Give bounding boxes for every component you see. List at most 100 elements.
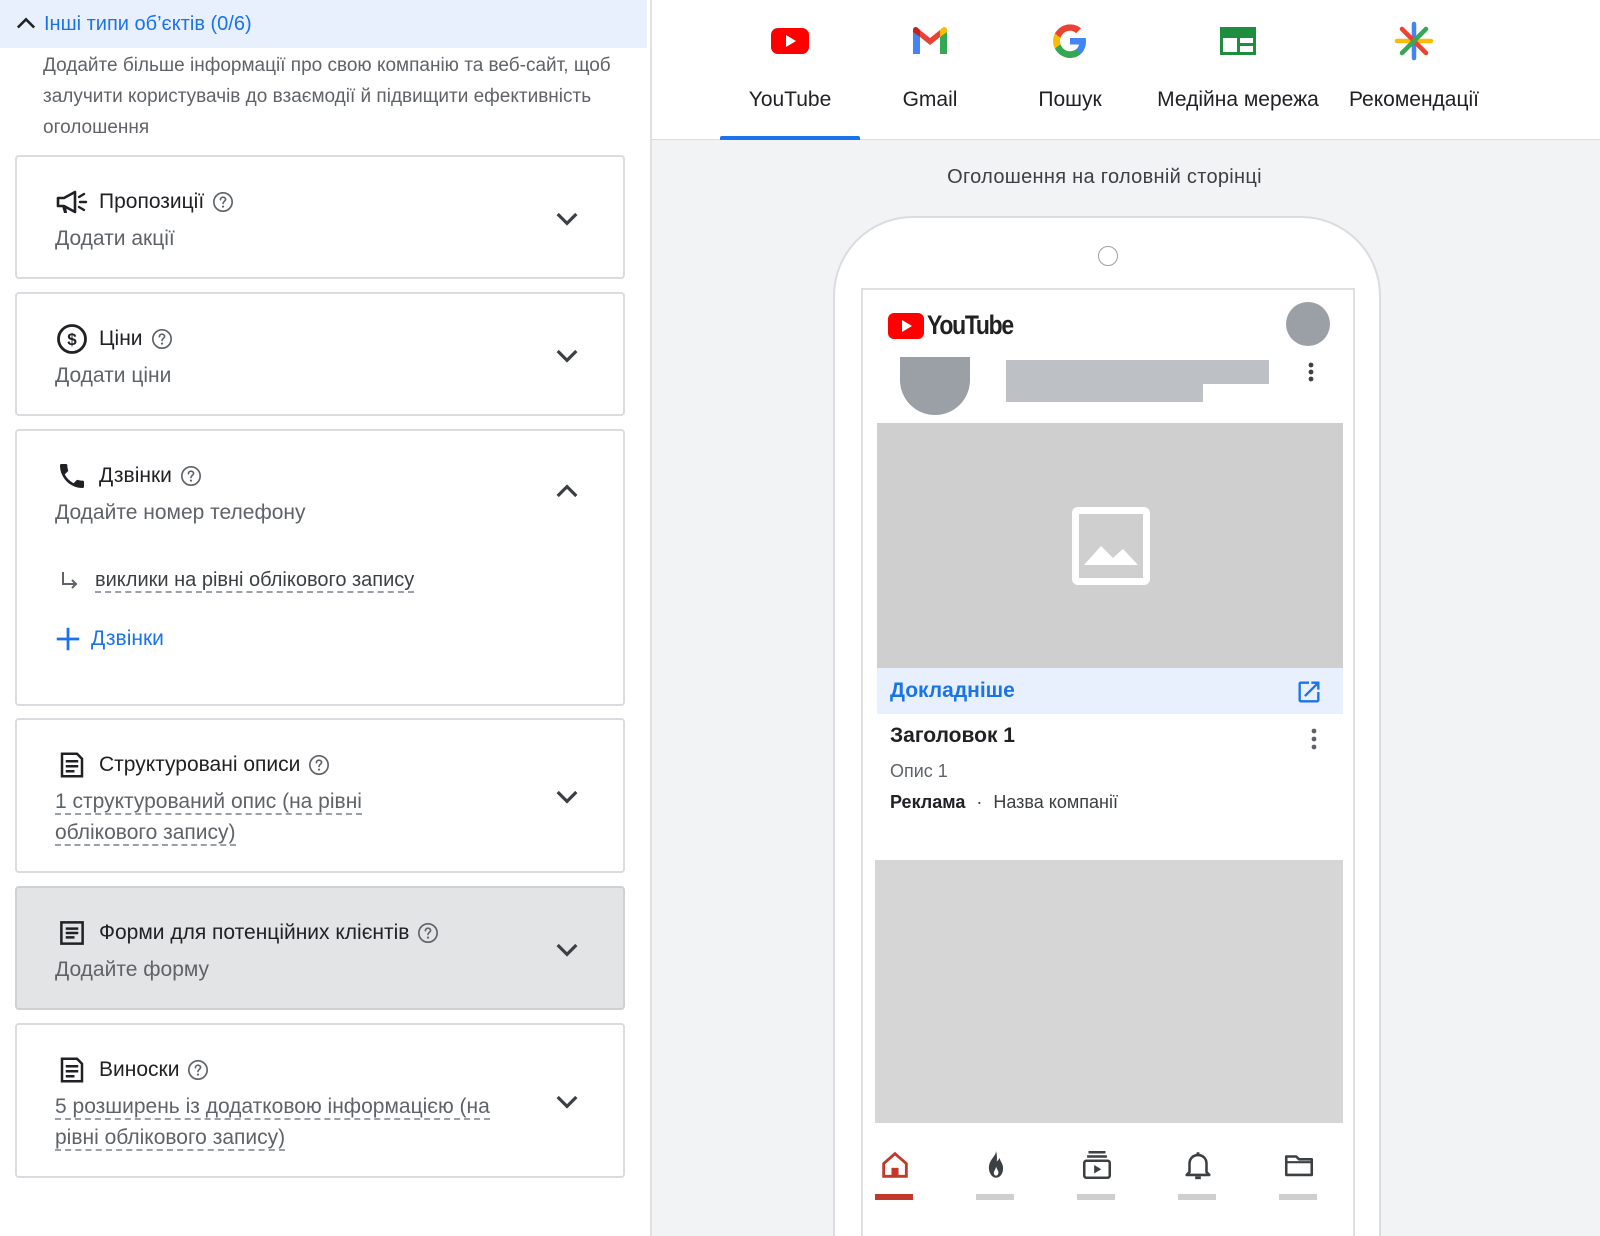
active-tab-indicator — [720, 136, 860, 140]
add-call-label: Дзвінки — [91, 627, 164, 650]
more-vert-icon — [1308, 362, 1314, 382]
ad-meta: Реклама · Назва компанії — [890, 792, 1118, 813]
callouts-subtitle[interactable]: 5 розширень із додатковою інформацією (н… — [55, 1091, 515, 1153]
bottom-nav — [863, 1140, 1353, 1200]
extensions-panel: Інші типи об’єктів (0/6) Додайте більше … — [0, 0, 650, 1236]
subscriptions-icon — [1082, 1150, 1112, 1180]
chevron-down-icon[interactable] — [551, 933, 583, 965]
chevron-up-icon — [16, 17, 36, 29]
avatar — [1286, 302, 1330, 346]
callouts-card[interactable]: Виноски 5 розширень із додатковою інформ… — [15, 1023, 625, 1178]
nav-library — [1279, 1140, 1319, 1200]
channel-avatar — [900, 357, 970, 415]
gmail-icon — [913, 26, 947, 54]
help-icon[interactable] — [187, 1059, 209, 1081]
promotions-title: Пропозиції — [99, 190, 205, 213]
ad-headline: Заголовок 1 — [890, 724, 1015, 747]
section-header[interactable]: Інші типи об’єктів (0/6) — [0, 0, 647, 48]
help-icon[interactable] — [151, 328, 173, 350]
calls-subtitle: Додайте номер телефону — [55, 501, 306, 524]
youtube-icon — [771, 28, 809, 54]
nav-home — [875, 1140, 915, 1200]
youtube-logo-text: YouTube — [927, 310, 1014, 340]
nav-trending — [976, 1140, 1016, 1200]
cta-button[interactable]: Докладніше — [890, 679, 1015, 703]
youtube-icon — [888, 312, 924, 339]
tab-display[interactable]: Медійна мережа — [1140, 0, 1336, 140]
subdirectory-arrow-icon — [62, 572, 78, 589]
chevron-down-icon[interactable] — [551, 202, 583, 234]
nav-subscriptions — [1077, 1140, 1117, 1200]
open-in-new-icon — [1298, 681, 1320, 703]
phone-camera — [1098, 246, 1118, 266]
network-tabs: YouTube Gmail Пошук Медійна мережа Реком… — [652, 0, 1600, 140]
display-network-icon — [1220, 27, 1256, 55]
chevron-up-icon[interactable] — [551, 476, 583, 508]
help-icon[interactable] — [180, 465, 202, 487]
calls-title: Дзвінки — [99, 464, 172, 487]
preview-caption: Оголошення на головній сторінці — [947, 166, 1262, 188]
placeholder-line — [1006, 384, 1203, 402]
account-level-calls-link[interactable]: виклики на рівні облікового запису — [95, 569, 415, 593]
tab-label: Рекомендації — [1348, 88, 1480, 111]
tab-discover[interactable]: Рекомендації — [1336, 0, 1492, 140]
ad-description: Опис 1 — [890, 761, 948, 781]
prices-title: Ціни — [99, 327, 143, 350]
prices-subtitle: Додати ціни — [55, 364, 172, 387]
tab-label: YouTube — [748, 88, 832, 111]
separator: · — [976, 792, 983, 812]
nav-notifications — [1178, 1140, 1218, 1200]
tab-label: Gmail — [902, 88, 958, 111]
structured-snippets-card[interactable]: Структуровані описи 1 структурований опи… — [15, 718, 625, 873]
promotions-card[interactable]: Пропозиції Додати акції — [15, 155, 625, 279]
megaphone-icon — [55, 185, 89, 219]
section-description: Додайте більше інформації про свою компа… — [43, 55, 611, 138]
ad-media-placeholder — [877, 423, 1343, 668]
snippets-title: Структуровані описи — [99, 753, 301, 776]
phone-screen: YouTube Докладніше Заголовок 1 Опис 1 Ре… — [861, 288, 1355, 1236]
help-icon[interactable] — [417, 922, 439, 944]
preview-panel: YouTube Gmail Пошук Медійна мережа Реком… — [652, 0, 1600, 1236]
callouts-title: Виноски — [99, 1058, 180, 1081]
calls-card[interactable]: Дзвінки Додайте номер телефону виклики н… — [15, 429, 625, 706]
ad-badge: Реклама — [890, 792, 966, 812]
more-vert-icon — [1311, 728, 1317, 750]
tab-gmail[interactable]: Gmail — [860, 0, 1000, 140]
folder-icon — [1284, 1155, 1314, 1177]
video-placeholder — [875, 860, 1343, 1123]
lead-forms-card[interactable]: Форми для потенційних клієнтів Додайте ф… — [15, 886, 625, 1010]
chevron-down-icon[interactable] — [551, 339, 583, 371]
phone-mockup: YouTube Докладніше Заголовок 1 Опис 1 Ре… — [833, 216, 1381, 1236]
document-icon — [55, 1053, 89, 1087]
prices-card[interactable]: $ Ціни Додати ціни — [15, 292, 625, 416]
tab-label: Пошук — [1038, 88, 1102, 111]
section-title: Інші типи об’єктів (0/6) — [44, 12, 252, 35]
snippets-subtitle[interactable]: 1 структурований опис (на рівні обліково… — [55, 786, 415, 848]
tab-label: Медійна мережа — [1157, 88, 1319, 111]
google-icon — [1053, 24, 1086, 58]
svg-text:$: $ — [67, 330, 77, 349]
discover-icon — [1394, 21, 1434, 61]
document-icon — [55, 748, 89, 782]
youtube-logo: YouTube — [888, 310, 1028, 341]
promotions-subtitle: Додати акції — [55, 227, 175, 250]
cta-bar[interactable]: Докладніше — [877, 668, 1343, 714]
tab-search[interactable]: Пошук — [1000, 0, 1140, 140]
dollar-circle-icon: $ — [55, 322, 89, 356]
lead-forms-title: Форми для потенційних клієнтів — [99, 921, 410, 944]
add-call-button[interactable]: Дзвінки — [53, 624, 164, 654]
plus-icon — [56, 627, 80, 651]
bell-icon — [1185, 1152, 1211, 1180]
image-placeholder-icon — [1072, 507, 1150, 585]
tab-youtube[interactable]: YouTube — [720, 0, 860, 140]
company-name: Назва компанії — [993, 792, 1118, 812]
placeholder-line — [1006, 360, 1269, 384]
help-icon[interactable] — [308, 754, 330, 776]
flame-icon — [988, 1150, 1004, 1178]
phone-icon — [55, 459, 89, 493]
lead-forms-subtitle: Додайте форму — [55, 958, 210, 981]
help-icon[interactable] — [212, 191, 234, 213]
form-icon — [55, 916, 89, 950]
chevron-down-icon[interactable] — [551, 1085, 583, 1117]
chevron-down-icon[interactable] — [551, 780, 583, 812]
